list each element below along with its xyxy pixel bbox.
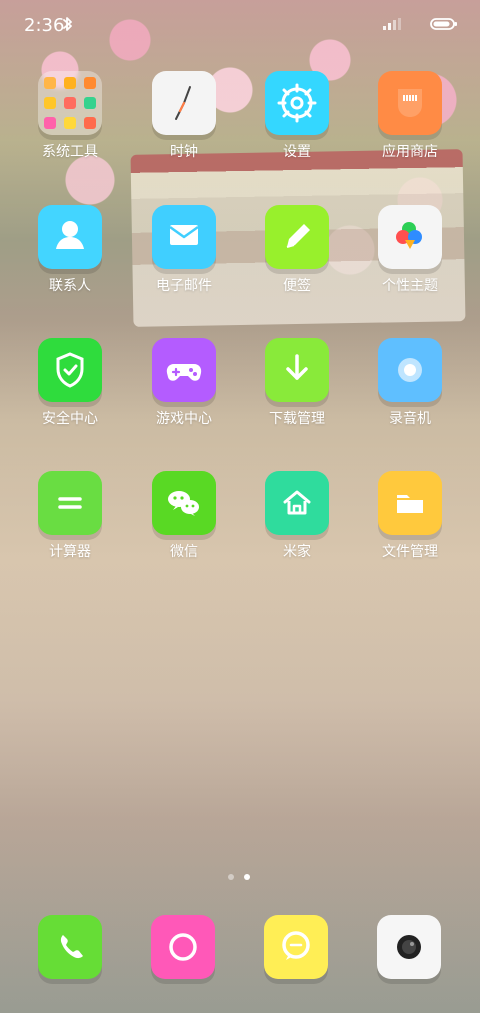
phone-icon xyxy=(38,915,102,979)
app-wechat[interactable]: 微信 xyxy=(132,471,236,581)
app-label: 设置 xyxy=(283,144,311,160)
camera-icon xyxy=(377,915,441,979)
app-notes[interactable]: 便签 xyxy=(245,205,349,315)
app-label: 下载管理 xyxy=(269,411,325,427)
app-email[interactable]: 电子邮件 xyxy=(132,205,236,315)
status-time: 2:36 xyxy=(24,15,65,36)
app-label: 游戏中心 xyxy=(156,411,212,427)
mijia-icon xyxy=(265,471,329,535)
status-bar: 2:36 xyxy=(0,0,480,44)
notes-icon xyxy=(265,205,329,269)
app-label: 文件管理 xyxy=(382,544,438,560)
app-label: 时钟 xyxy=(170,144,198,160)
calculator-icon xyxy=(38,471,102,535)
folder-icon xyxy=(38,71,102,135)
signal-icon xyxy=(383,18,401,30)
app-recorder[interactable]: 录音机 xyxy=(358,338,462,448)
app-clock[interactable]: 时钟 xyxy=(132,71,236,181)
app-mijia[interactable]: 米家 xyxy=(245,471,349,581)
page-indicator-dot-active[interactable] xyxy=(244,874,250,880)
game-icon xyxy=(152,338,216,402)
file-manager-icon xyxy=(378,471,442,535)
app-label: 系统工具 xyxy=(42,144,98,160)
page-indicator xyxy=(228,873,252,881)
download-icon xyxy=(265,338,329,402)
browser-icon xyxy=(151,915,215,979)
app-game-center[interactable]: 游戏中心 xyxy=(132,338,236,448)
app-store[interactable]: 应用商店 xyxy=(358,71,462,181)
dock-camera[interactable] xyxy=(377,915,441,979)
battery-icon xyxy=(430,18,457,30)
app-contacts[interactable]: 联系人 xyxy=(18,205,122,315)
bluetooth-icon xyxy=(63,17,72,31)
app-download-manager[interactable]: 下载管理 xyxy=(245,338,349,448)
settings-icon xyxy=(265,71,329,135)
app-label: 计算器 xyxy=(49,544,91,560)
app-label: 米家 xyxy=(283,544,311,560)
app-settings[interactable]: 设置 xyxy=(245,71,349,181)
dock-phone[interactable] xyxy=(38,915,102,979)
app-label: 电子邮件 xyxy=(156,278,212,294)
dock-browser[interactable] xyxy=(151,915,215,979)
app-label: 便签 xyxy=(283,278,311,294)
wechat-icon xyxy=(152,471,216,535)
messages-icon xyxy=(264,915,328,979)
app-security-center[interactable]: 安全中心 xyxy=(18,338,122,448)
app-label: 录音机 xyxy=(389,411,431,427)
app-themes[interactable]: 个性主题 xyxy=(358,205,462,315)
security-icon xyxy=(38,338,102,402)
app-label: 微信 xyxy=(170,544,198,560)
recorder-icon xyxy=(378,338,442,402)
dock-messages[interactable] xyxy=(264,915,328,979)
app-calculator[interactable]: 计算器 xyxy=(18,471,122,581)
app-label: 个性主题 xyxy=(382,278,438,294)
app-system-tools[interactable]: 系统工具 xyxy=(18,71,122,181)
app-label: 应用商店 xyxy=(382,144,438,160)
app-label: 联系人 xyxy=(49,278,91,294)
clock-icon xyxy=(152,71,216,135)
email-icon xyxy=(152,205,216,269)
app-file-manager[interactable]: 文件管理 xyxy=(358,471,462,581)
page-indicator-dot[interactable] xyxy=(228,874,234,880)
contacts-icon xyxy=(38,205,102,269)
store-icon xyxy=(378,71,442,135)
theme-icon xyxy=(378,205,442,269)
app-label: 安全中心 xyxy=(42,411,98,427)
